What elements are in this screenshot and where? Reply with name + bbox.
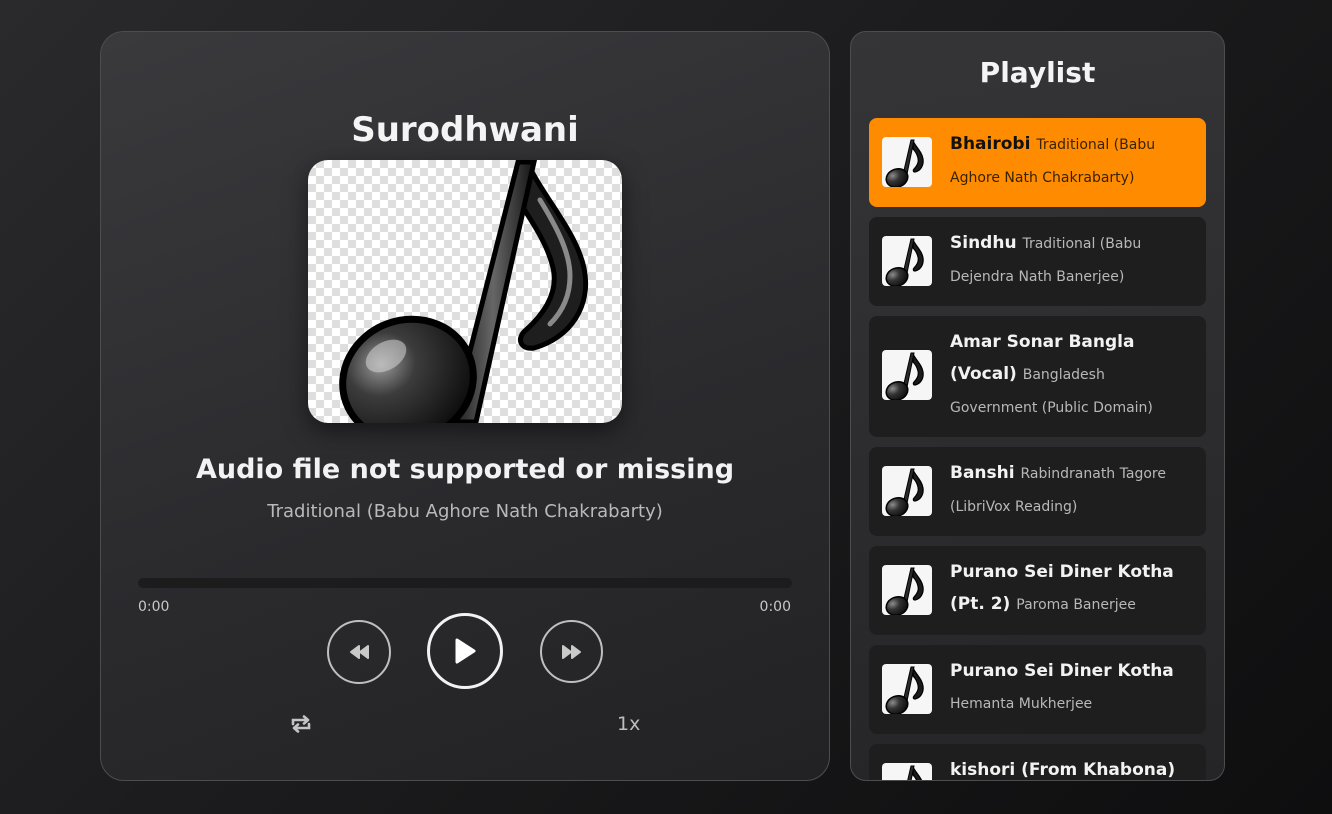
playlist-panel: Playlist Bhairobi Traditional (Babu Agho…: [850, 31, 1225, 781]
progress-bar[interactable]: [138, 578, 792, 588]
fast-forward-button[interactable]: [540, 620, 603, 683]
playlist-title: Playlist: [979, 56, 1096, 89]
fast-forward-icon: [561, 644, 581, 659]
rewind-icon: [350, 645, 369, 659]
track-artist: Traditional (Babu Aghore Nath Chakrabart…: [267, 501, 663, 522]
current-time: 0:00: [138, 599, 170, 615]
music-note-icon: [882, 352, 924, 400]
thumbnail: [882, 565, 932, 615]
playlist-item[interactable]: Purano Sei Diner Kotha (Pt. 2) Paroma Ba…: [869, 546, 1206, 635]
album-art: [308, 160, 622, 423]
track-name: Banshi: [950, 463, 1021, 483]
player-card: Surodhwani Audio file not supported or m…: [100, 31, 830, 781]
track-name: Sindhu: [950, 233, 1023, 253]
playlist-item[interactable]: Banshi Rabindranath Tagore (LibriVox Rea…: [869, 447, 1206, 536]
thumbnail: [882, 466, 932, 516]
music-note-icon: [882, 468, 924, 516]
music-note-icon: [882, 238, 924, 286]
music-note-icon: [882, 139, 924, 187]
track-artist: Hemanta Mukherjee: [950, 696, 1093, 712]
repeat-button[interactable]: [287, 712, 315, 736]
duration-time: 0:00: [759, 599, 791, 615]
track-artist: Paroma Banerjee: [1016, 597, 1136, 613]
play-icon: [455, 638, 476, 664]
playlist-item[interactable]: Bhairobi Traditional (Babu Aghore Nath C…: [869, 118, 1206, 207]
track-name: kishori (From Khabona): [950, 760, 1176, 780]
music-note-icon: [882, 567, 924, 615]
app-title: Surodhwani: [351, 110, 579, 150]
thumbnail: [882, 350, 932, 400]
speed-button[interactable]: 1x: [617, 713, 640, 735]
thumbnail: [882, 763, 932, 780]
thumbnail: [882, 664, 932, 714]
music-note-icon: [339, 160, 588, 423]
playlist-item[interactable]: Purano Sei Diner Kotha Hemanta Mukherjee: [869, 645, 1206, 734]
music-note-icon: [882, 666, 924, 714]
thumbnail: [882, 137, 932, 187]
music-note-icon: [882, 765, 924, 780]
track-title: Audio file not supported or missing: [195, 454, 735, 485]
rewind-button[interactable]: [327, 620, 391, 684]
thumbnail: [882, 236, 932, 286]
play-button[interactable]: [427, 613, 503, 689]
track-name: Purano Sei Diner Kotha: [950, 661, 1174, 681]
repeat-icon: [291, 715, 311, 733]
playlist-item[interactable]: Sindhu Traditional (Babu Dejendra Nath B…: [869, 217, 1206, 306]
track-name: Bhairobi: [950, 134, 1037, 154]
playlist-item[interactable]: kishori (From Khabona): [869, 744, 1206, 780]
playlist-item[interactable]: Amar Sonar Bangla (Vocal) Bangladesh Gov…: [869, 316, 1206, 437]
playlist-items: Bhairobi Traditional (Babu Aghore Nath C…: [869, 118, 1206, 780]
